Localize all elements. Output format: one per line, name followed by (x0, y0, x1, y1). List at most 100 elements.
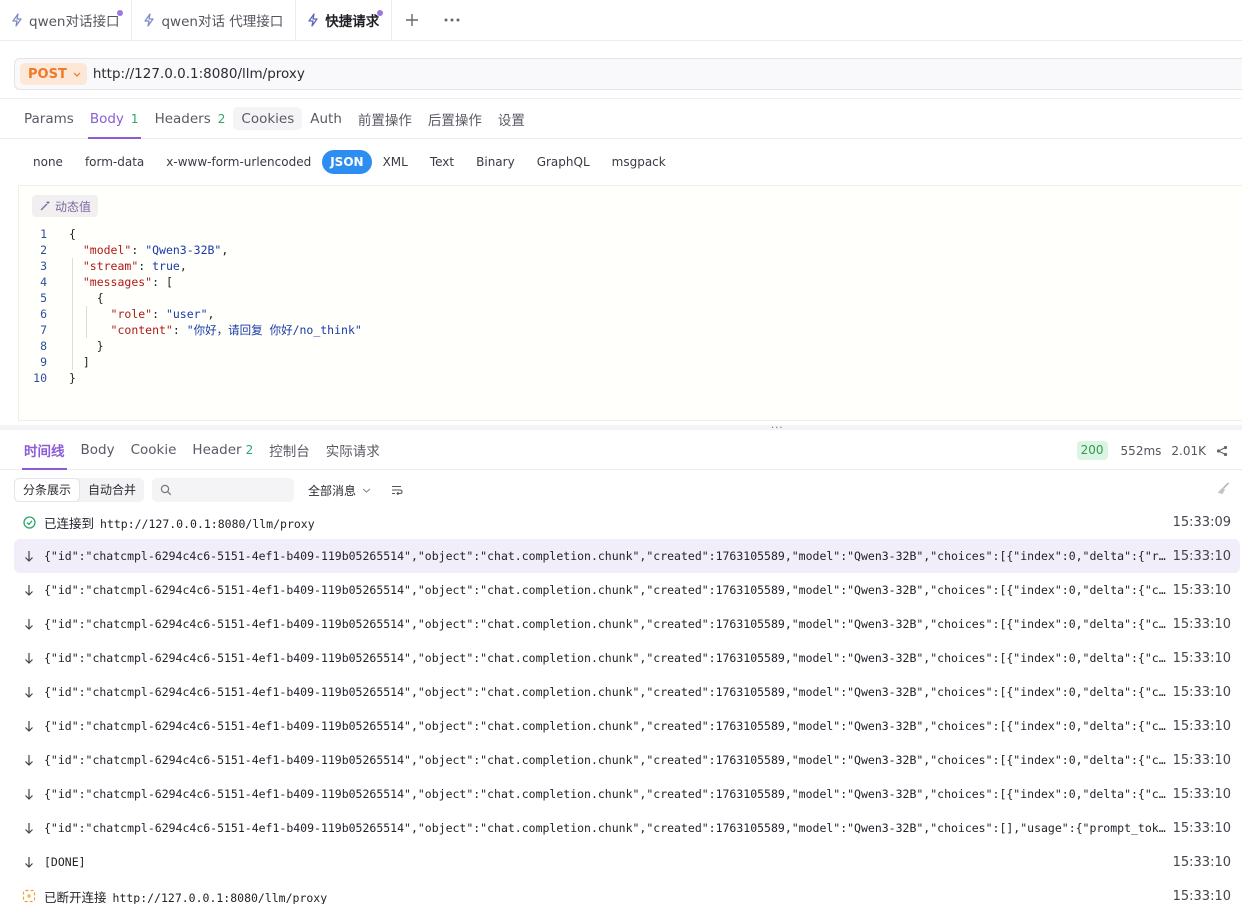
dynamic-value-button[interactable]: 动态值 (32, 195, 99, 217)
arrow-down-icon (25, 789, 33, 800)
body-type-form-data[interactable]: form-data (74, 150, 155, 174)
row-label: 已断开连接 (44, 889, 107, 904)
code-line: 1{ (19, 226, 362, 242)
line-number: 1 (40, 227, 47, 241)
tab-cookies[interactable]: Cookies (233, 107, 303, 130)
tab-quick-request[interactable]: 快捷请求 (296, 0, 393, 40)
count-badge: 2 (217, 111, 226, 126)
row-text: {"id":"chatcmpl-6294c4c6-5151-4ef1-b409-… (44, 651, 1170, 665)
row-text: {"id":"chatcmpl-6294c4c6-5151-4ef1-b409-… (44, 685, 1170, 699)
add-tab-button[interactable] (392, 0, 432, 40)
tab-label: 快捷请求 (325, 14, 380, 30)
row-text: http://127.0.0.1:8080/llm/proxy (100, 516, 315, 531)
line-number: 3 (40, 259, 47, 273)
tab-qwen-chat[interactable]: qwen对话接口 (0, 0, 133, 40)
row-text: {"id":"chatcmpl-6294c4c6-5151-4ef1-b409-… (44, 549, 1170, 563)
request-section-tabs: Params Body 1 Headers 2 Cookies Auth 前置操作 … (0, 98, 1242, 139)
plus-icon (406, 14, 419, 26)
auto-merge-button[interactable]: 自动合并 (80, 478, 144, 502)
tab-auth[interactable]: Auth (302, 99, 350, 138)
tab-response-header[interactable]: Header 2 (184, 430, 261, 469)
timeline-row[interactable]: 已断开连接 http://127.0.0.1:8080/llm/proxy 15:… (14, 879, 1240, 904)
timeline-row[interactable]: {"id":"chatcmpl-6294c4c6-5151-4ef1-b409-… (14, 777, 1240, 811)
timeline-row[interactable]: {"id":"chatcmpl-6294c4c6-5151-4ef1-b409-… (14, 573, 1240, 607)
tab-post-operations[interactable]: 后置操作 (420, 99, 490, 138)
code-text: "content": "你好，请回复 你好/no_think" (110, 323, 362, 337)
body-type-json[interactable]: JSON (322, 150, 372, 174)
timeline-row[interactable]: {"id":"chatcmpl-6294c4c6-5151-4ef1-b409-… (14, 811, 1240, 845)
more-tabs-button[interactable] (432, 0, 472, 40)
search-box[interactable] (152, 478, 295, 502)
body-type-text[interactable]: Text (419, 150, 465, 174)
wrap-lines-button[interactable] (391, 485, 403, 495)
unsaved-dot (117, 10, 124, 16)
code-text: { (69, 291, 104, 305)
json-body-editor[interactable]: 动态值 1{ 2 "model": "Qwen3-32B", 3 "stream… (18, 185, 1242, 421)
tab-label: 后置操作 (427, 112, 482, 129)
split-view-button[interactable]: 分条展示 (14, 478, 81, 502)
indent-guide (86, 306, 87, 338)
timeline-row[interactable]: {"id":"chatcmpl-6294c4c6-5151-4ef1-b409-… (14, 675, 1240, 709)
tab-pre-operations[interactable]: 前置操作 (350, 99, 420, 138)
code-text: } (69, 371, 76, 385)
clear-timeline-button[interactable] (1217, 482, 1230, 495)
timeline-row[interactable]: {"id":"chatcmpl-6294c4c6-5151-4ef1-b409-… (14, 743, 1240, 777)
row-time: 15:33:10 (1172, 786, 1231, 802)
timeline-row[interactable]: [DONE] 15:33:10 (14, 845, 1240, 879)
body-type-graphql[interactable]: GraphQL (526, 150, 601, 174)
row-time: 15:33:09 (1172, 514, 1231, 530)
tab-console[interactable]: 控制台 (261, 430, 318, 469)
url-bar: POST http://127.0.0.1:8080/llm/proxy (14, 58, 1242, 90)
tab-label: Header (192, 441, 242, 458)
more-horizontal-icon (444, 18, 460, 22)
code-line: 2 "model": "Qwen3-32B", (19, 242, 362, 258)
body-type-binary[interactable]: Binary (465, 150, 526, 174)
tab-settings[interactable]: 设置 (490, 99, 533, 138)
disconnect-icon (22, 889, 36, 903)
tab-response-cookie[interactable]: Cookie (123, 430, 185, 469)
url-input[interactable]: http://127.0.0.1:8080/llm/proxy (93, 66, 305, 82)
lightning-bolt-icon (308, 13, 318, 27)
tab-headers[interactable]: Headers 2 (147, 99, 234, 138)
message-filter-select[interactable]: 全部消息 (308, 482, 371, 499)
tab-timeline[interactable]: 时间线 (16, 430, 73, 470)
timeline-row[interactable]: {"id":"chatcmpl-6294c4c6-5151-4ef1-b409-… (14, 709, 1240, 743)
broom-icon (1218, 482, 1229, 494)
tab-qwen-proxy[interactable]: qwen对话 代理接口 (132, 0, 297, 40)
share-icon[interactable] (1216, 445, 1228, 457)
timeline-row[interactable]: {"id":"chatcmpl-6294c4c6-5151-4ef1-b409-… (14, 641, 1240, 675)
response-size: 2.01K (1171, 443, 1206, 458)
body-type-none[interactable]: none (22, 150, 74, 174)
timeline-row[interactable]: {"id":"chatcmpl-6294c4c6-5151-4ef1-b409-… (14, 607, 1240, 641)
line-number: 2 (40, 243, 47, 257)
timeline-row[interactable]: {"id":"chatcmpl-6294c4c6-5151-4ef1-b409-… (14, 539, 1240, 573)
search-input[interactable] (176, 483, 287, 497)
row-text: {"id":"chatcmpl-6294c4c6-5151-4ef1-b409-… (44, 821, 1170, 835)
code-text: } (69, 339, 104, 353)
tab-label: Auth (310, 110, 342, 127)
code-line: 6 "role": "user", (19, 306, 362, 322)
magic-wand-icon (40, 201, 50, 211)
response-section-tabs: 时间线 Body Cookie Header 2 控制台 实际请求 (0, 430, 1242, 470)
arrow-down-icon (25, 619, 33, 630)
code-line: 10} (19, 370, 362, 386)
method-select[interactable]: POST (20, 63, 87, 85)
tab-body[interactable]: Body 1 (82, 99, 147, 139)
tab-params[interactable]: Params (16, 99, 82, 138)
tab-response-body[interactable]: Body (73, 430, 123, 469)
row-time: 15:33:10 (1172, 888, 1231, 904)
timeline-row[interactable]: 已连接到 http://127.0.0.1:8080/llm/proxy 15:3… (14, 505, 1240, 539)
body-type-xml[interactable]: XML (372, 150, 419, 174)
request-tab-bar: qwen对话接口 qwen对话 代理接口 快捷请求 (0, 0, 1242, 41)
dynamic-value-label: 动态值 (55, 199, 92, 214)
tab-actual-request[interactable]: 实际请求 (318, 430, 388, 469)
line-number: 7 (40, 323, 47, 337)
tab-label: 控制台 (269, 443, 310, 460)
tab-label: 前置操作 (357, 112, 412, 129)
body-type-urlencoded[interactable]: x-www-form-urlencoded (155, 150, 322, 174)
line-number: 6 (40, 307, 47, 321)
timeline-list: 已连接到 http://127.0.0.1:8080/llm/proxy 15:3… (14, 505, 1240, 904)
code-line: 9 ] (19, 354, 362, 370)
body-type-msgpack[interactable]: msgpack (601, 150, 677, 174)
code-line: 8 } (19, 338, 362, 354)
